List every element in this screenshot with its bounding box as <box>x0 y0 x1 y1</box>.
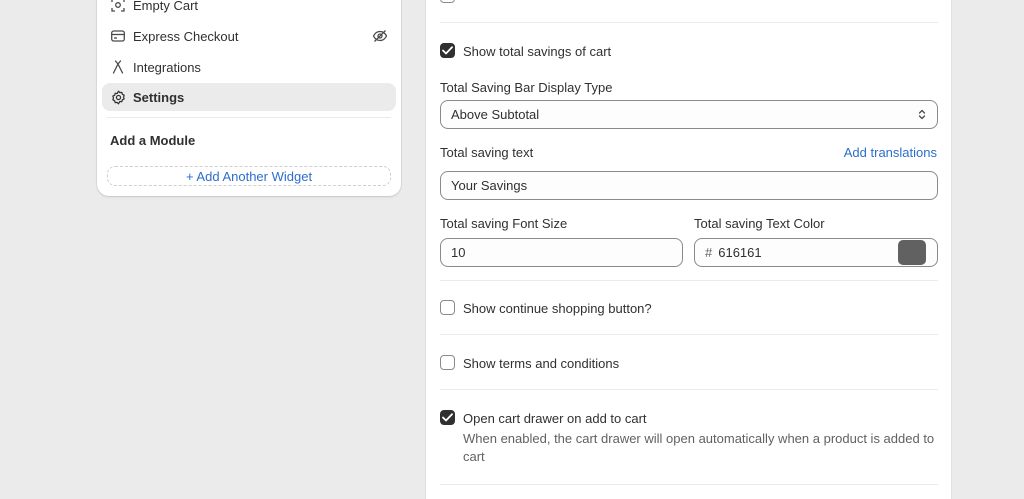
terms-checkbox[interactable] <box>440 355 455 370</box>
add-widget-button[interactable]: + Add Another Widget <box>107 166 391 186</box>
divider <box>440 389 938 390</box>
sidebar-item-empty-cart[interactable]: Empty Cart <box>102 0 396 19</box>
settings-panel: Show total savings of cart Total Saving … <box>426 0 951 499</box>
card-icon <box>110 28 126 44</box>
show-savings-label: Show total savings of cart <box>463 44 612 59</box>
hash-prefix: # <box>705 245 713 260</box>
checkbox-partial[interactable] <box>440 0 455 3</box>
sidebar-item-integrations[interactable]: Integrations <box>102 53 396 81</box>
bar-display-type-label: Total Saving Bar Display Type <box>440 80 613 95</box>
continue-shopping-checkbox[interactable] <box>440 300 455 315</box>
add-translations-link[interactable]: Add translations <box>844 145 937 160</box>
divider <box>440 22 938 23</box>
sidebar-item-settings[interactable]: Settings <box>102 83 396 111</box>
open-drawer-help-line2: cart <box>463 449 485 464</box>
bar-display-type-select[interactable]: Above Subtotal <box>440 100 938 129</box>
open-drawer-label: Open cart drawer on add to cart <box>463 411 647 426</box>
empty-cart-icon <box>110 0 126 13</box>
saving-text-value: Your Savings <box>451 178 528 193</box>
saving-text-label: Total saving text <box>440 145 534 160</box>
font-size-input[interactable]: 10 <box>440 238 683 267</box>
text-color-input[interactable]: # 616161 <box>694 238 938 267</box>
open-drawer-help-line1: When enabled, the cart drawer will open … <box>463 431 935 446</box>
sidebar-item-label: Settings <box>133 89 185 105</box>
terms-label: Show terms and conditions <box>463 356 620 371</box>
divider <box>440 484 938 485</box>
add-module-title: Add a Module <box>110 133 196 148</box>
show-savings-checkbox[interactable] <box>440 43 455 58</box>
divider <box>440 334 938 335</box>
eye-hidden-icon[interactable] <box>372 28 388 44</box>
sidebar-item-label: Integrations <box>133 59 201 75</box>
gear-icon <box>110 89 126 105</box>
divider <box>440 280 938 281</box>
continue-shopping-label: Show continue shopping button? <box>463 301 652 316</box>
text-color-label: Total saving Text Color <box>694 216 825 231</box>
integrations-icon <box>110 59 126 75</box>
sidebar-card: Empty Cart Express Checkout Integrations… <box>97 0 401 196</box>
open-drawer-checkbox[interactable] <box>440 410 455 425</box>
saving-text-input[interactable]: Your Savings <box>440 171 938 200</box>
bar-display-type-value: Above Subtotal <box>451 107 540 122</box>
text-color-value: 616161 <box>718 245 762 260</box>
font-size-label: Total saving Font Size <box>440 216 568 231</box>
sidebar-item-label: Empty Cart <box>133 0 199 13</box>
font-size-value: 10 <box>451 245 466 260</box>
select-chevron-icon <box>918 108 926 124</box>
sidebar-divider <box>107 117 391 118</box>
check-icon <box>442 46 453 55</box>
sidebar-item-label: Express Checkout <box>133 28 239 44</box>
color-swatch[interactable] <box>898 240 926 265</box>
sidebar-item-express-checkout[interactable]: Express Checkout <box>102 22 396 50</box>
check-icon <box>442 413 453 422</box>
